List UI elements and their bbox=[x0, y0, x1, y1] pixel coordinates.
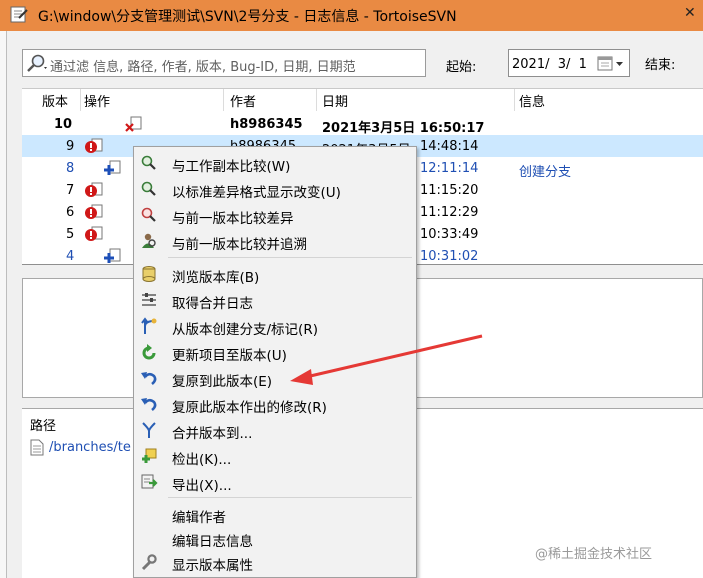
title-bar: G:\window\分支管理测试\SVN\2号分支 - 日志信息 - Torto… bbox=[0, 0, 703, 31]
wrench-icon bbox=[141, 554, 157, 571]
revision-cell: 6 bbox=[66, 205, 75, 220]
time-cell: 14:48:14 bbox=[420, 139, 479, 154]
menu-item-show-unified-diff[interactable]: 以标准差异格式显示改变(U) bbox=[136, 176, 414, 202]
menu-item-merge-revision[interactable]: 合并版本到... bbox=[136, 417, 414, 443]
menu-item-compare-blame[interactable]: 与前一版本比较并追溯 bbox=[136, 228, 414, 254]
header-message[interactable]: 信息 bbox=[519, 91, 545, 110]
column-divider[interactable] bbox=[514, 89, 515, 111]
menu-item-label: 合并版本到... bbox=[172, 426, 253, 442]
menu-item-export[interactable]: 导出(X)... bbox=[136, 469, 414, 495]
menu-item-revert-changes[interactable]: 复原此版本作出的修改(R) bbox=[136, 391, 414, 417]
header-date[interactable]: 日期 bbox=[322, 91, 348, 110]
from-date-picker[interactable]: 2021/ 3/ 1 bbox=[508, 49, 630, 77]
revision-cell: 8 bbox=[66, 161, 75, 176]
branch-icon bbox=[141, 317, 157, 334]
menu-item-show-revision-properties[interactable]: 显示版本属性 bbox=[136, 549, 414, 575]
revision-cell: 4 bbox=[66, 249, 75, 264]
menu-item-label: 复原此版本作出的修改(R) bbox=[172, 400, 327, 416]
path-item[interactable]: /branches/te bbox=[49, 440, 131, 455]
to-label: 结束: bbox=[645, 58, 676, 73]
merge-log-icon bbox=[142, 293, 156, 306]
menu-item-checkout[interactable]: 检出(K)... bbox=[136, 443, 414, 469]
menu-item-label: 编辑作者 bbox=[172, 510, 226, 526]
checkout-icon bbox=[142, 448, 157, 463]
repo-browser-icon bbox=[142, 266, 156, 282]
menu-item-compare-working-copy[interactable]: 与工作副本比较(W) bbox=[136, 150, 414, 176]
table-row[interactable]: 10 h8986345 2021年3月5日 16:50:17 bbox=[22, 113, 703, 136]
added-icon bbox=[104, 160, 121, 175]
revision-cell: 10 bbox=[54, 117, 73, 132]
close-button[interactable]: ✕ bbox=[684, 5, 696, 21]
calendar-dropdown-icon[interactable] bbox=[597, 56, 627, 72]
menu-separator bbox=[168, 497, 412, 498]
magnifier-icon bbox=[141, 155, 156, 170]
date-cell: 2021年3月5日 16:50:17 bbox=[322, 121, 485, 136]
menu-item-label: 与前一版本比较差异 bbox=[172, 211, 294, 227]
menu-item-create-branch[interactable]: 从版本创建分支/标记(R) bbox=[136, 313, 414, 339]
date-cell: 11:12:29 bbox=[420, 205, 479, 220]
header-action[interactable]: 操作 bbox=[84, 91, 110, 110]
watermark: @稀土掘金技术社区 bbox=[535, 547, 653, 562]
menu-item-update-to-revision[interactable]: 更新项目至版本(U) bbox=[136, 339, 414, 365]
menu-item-label: 与工作副本比较(W) bbox=[172, 159, 291, 175]
date-cell: 10:31:02 bbox=[420, 249, 479, 264]
menu-item-edit-log-message[interactable]: 编辑日志信息 bbox=[136, 525, 414, 551]
menu-item-revert-to-revision[interactable]: 复原到此版本(E) bbox=[136, 365, 414, 391]
export-icon bbox=[141, 474, 158, 489]
menu-item-get-merge-logs[interactable]: 取得合并日志 bbox=[136, 287, 414, 313]
menu-item-edit-author[interactable]: 编辑作者 bbox=[136, 501, 414, 527]
merge-icon bbox=[142, 422, 156, 438]
filter-input[interactable]: 通过滤 信息, 路径, 作者, 版本, Bug-ID, 日期, 日期范 bbox=[22, 49, 426, 77]
menu-item-label: 复原到此版本(E) bbox=[172, 374, 273, 390]
modified-icon bbox=[85, 138, 103, 153]
menu-item-label: 编辑日志信息 bbox=[172, 534, 253, 550]
menu-item-label: 导出(X)... bbox=[172, 478, 232, 494]
revision-cell: 9 bbox=[66, 139, 75, 154]
added-icon bbox=[104, 248, 121, 263]
filter-placeholder: 通过滤 信息, 路径, 作者, 版本, Bug-ID, 日期, 日期范 bbox=[50, 60, 356, 75]
modified-icon bbox=[85, 182, 103, 197]
author-cell: h8986345 bbox=[230, 117, 303, 132]
magnifier-icon bbox=[141, 207, 156, 222]
menu-item-label: 以标准差异格式显示改变(U) bbox=[172, 185, 341, 201]
blame-icon bbox=[142, 233, 156, 248]
magnifier-icon bbox=[141, 181, 156, 196]
date-cell: 11:15:20 bbox=[420, 183, 479, 198]
revert-icon bbox=[141, 398, 157, 412]
message-cell: 创建分支 bbox=[519, 165, 572, 180]
update-icon bbox=[142, 344, 156, 360]
menu-separator bbox=[168, 257, 412, 258]
header-path[interactable]: 路径 bbox=[30, 415, 56, 434]
context-menu: 与工作副本比较(W) 以标准差异格式显示改变(U) 与前一版本比较差异 与前一版… bbox=[133, 146, 417, 578]
menu-item-label: 浏览版本库(B) bbox=[172, 270, 260, 286]
header-author[interactable]: 作者 bbox=[230, 91, 256, 110]
header-revision[interactable]: 版本 bbox=[42, 91, 68, 110]
menu-item-label: 显示版本属性 bbox=[172, 558, 253, 574]
menu-item-compare-previous[interactable]: 与前一版本比较差异 bbox=[136, 202, 414, 228]
from-date-value: 2021/ 3/ 1 bbox=[512, 57, 587, 72]
menu-item-repo-browser[interactable]: 浏览版本库(B) bbox=[136, 261, 414, 287]
column-divider[interactable] bbox=[80, 89, 81, 111]
date-cell: 10:33:49 bbox=[420, 227, 479, 242]
deleted-icon bbox=[125, 116, 142, 132]
search-icon[interactable] bbox=[26, 53, 48, 73]
column-divider[interactable] bbox=[223, 89, 224, 111]
menu-item-label: 检出(K)... bbox=[172, 452, 232, 468]
tortoisesvn-app-icon bbox=[10, 6, 28, 23]
window-title: G:\window\分支管理测试\SVN\2号分支 - 日志信息 - Torto… bbox=[38, 9, 457, 25]
revision-cell: 7 bbox=[66, 183, 75, 198]
date-cell: 12:11:14 bbox=[420, 161, 479, 176]
menu-item-label: 取得合并日志 bbox=[172, 296, 253, 312]
menu-item-label: 从版本创建分支/标记(R) bbox=[172, 322, 318, 338]
menu-item-label: 更新项目至版本(U) bbox=[172, 348, 287, 364]
file-icon bbox=[30, 439, 44, 456]
menu-item-label: 与前一版本比较并追溯 bbox=[172, 237, 307, 253]
from-label: 起始: bbox=[446, 60, 477, 75]
revert-icon bbox=[141, 372, 157, 386]
modified-icon bbox=[85, 226, 103, 241]
revision-cell: 5 bbox=[66, 227, 75, 242]
column-divider[interactable] bbox=[316, 89, 317, 111]
modified-icon bbox=[85, 204, 103, 219]
